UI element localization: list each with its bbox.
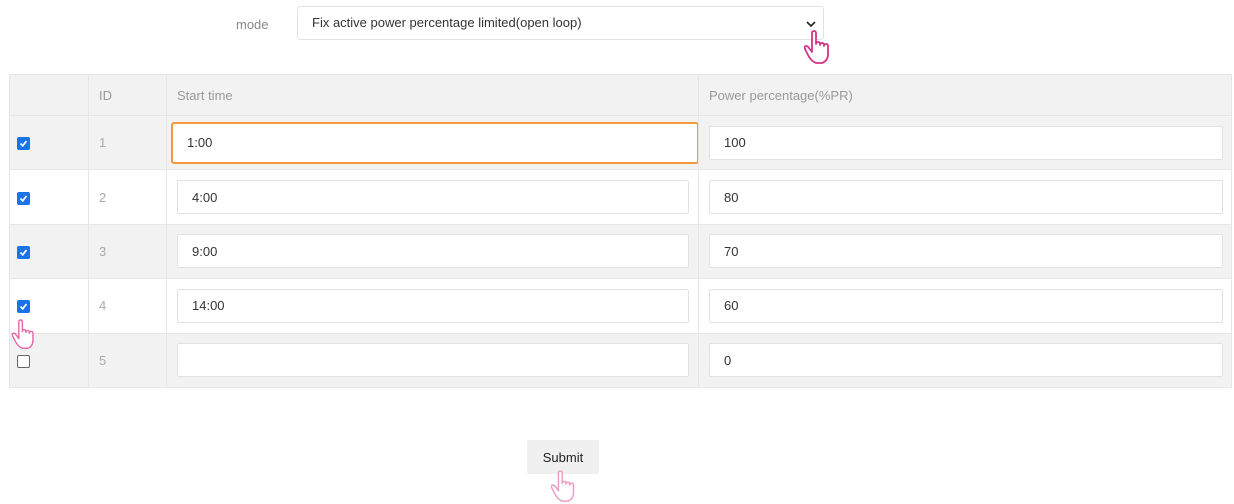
power-cell xyxy=(698,278,1232,334)
row-checkbox[interactable] xyxy=(17,191,30,205)
row-id: 4 xyxy=(88,278,167,334)
mode-label: mode xyxy=(236,17,269,32)
start-time-input[interactable] xyxy=(177,288,689,323)
mode-select-value: Fix active power percentage limited(open… xyxy=(312,15,582,30)
hand-pointer-icon xyxy=(550,470,575,502)
row-checkbox[interactable] xyxy=(17,354,30,368)
schedule-table: ID Start time Power percentage(%PR) 1 2 xyxy=(9,74,1232,388)
start-time-input[interactable] xyxy=(177,180,689,215)
start-time-input[interactable] xyxy=(177,234,689,269)
header-start-time: Start time xyxy=(166,74,699,116)
power-percentage-input[interactable] xyxy=(709,234,1223,269)
power-cell xyxy=(698,169,1232,225)
checkmark-icon xyxy=(19,303,28,311)
power-percentage-input[interactable] xyxy=(709,180,1223,215)
chevron-down-icon xyxy=(806,21,816,28)
row-id: 1 xyxy=(88,114,167,171)
table-row: 5 xyxy=(9,332,1232,388)
power-cell xyxy=(698,223,1232,280)
table-row: 3 xyxy=(9,223,1232,280)
row-select-cell xyxy=(9,169,89,225)
power-cell xyxy=(698,332,1232,388)
mode-select[interactable]: Fix active power percentage limited(open… xyxy=(297,6,824,40)
row-select-cell xyxy=(9,114,89,171)
start-time-input[interactable] xyxy=(177,343,689,378)
start-time-input[interactable] xyxy=(171,121,699,164)
start-time-cell xyxy=(166,169,699,225)
checkmark-icon xyxy=(19,140,28,148)
row-id: 5 xyxy=(88,332,167,388)
table-row: 2 xyxy=(9,169,1232,225)
row-select-cell xyxy=(9,223,89,280)
row-id: 3 xyxy=(88,223,167,280)
power-percentage-input[interactable] xyxy=(709,125,1223,160)
row-id: 2 xyxy=(88,169,167,225)
header-power-percentage: Power percentage(%PR) xyxy=(698,74,1232,116)
start-time-cell xyxy=(166,223,699,280)
start-time-cell xyxy=(166,332,699,388)
power-cell xyxy=(698,114,1232,171)
row-checkbox[interactable] xyxy=(17,137,30,151)
power-percentage-input[interactable] xyxy=(709,343,1223,378)
hand-pointer-icon xyxy=(11,319,34,349)
power-percentage-input[interactable] xyxy=(709,288,1223,323)
table-header-row: ID Start time Power percentage(%PR) xyxy=(9,74,1232,116)
checkmark-icon xyxy=(19,249,28,257)
header-select xyxy=(9,74,89,116)
start-time-cell xyxy=(166,114,699,171)
header-id: ID xyxy=(88,74,167,116)
start-time-cell xyxy=(166,278,699,334)
hand-pointer-icon xyxy=(803,30,829,64)
table-row: 1 xyxy=(9,114,1232,171)
table-row: 4 xyxy=(9,278,1232,334)
row-checkbox[interactable] xyxy=(17,300,30,314)
row-checkbox[interactable] xyxy=(17,246,30,259)
checkmark-icon xyxy=(19,195,28,202)
submit-button[interactable]: Submit xyxy=(527,440,599,474)
